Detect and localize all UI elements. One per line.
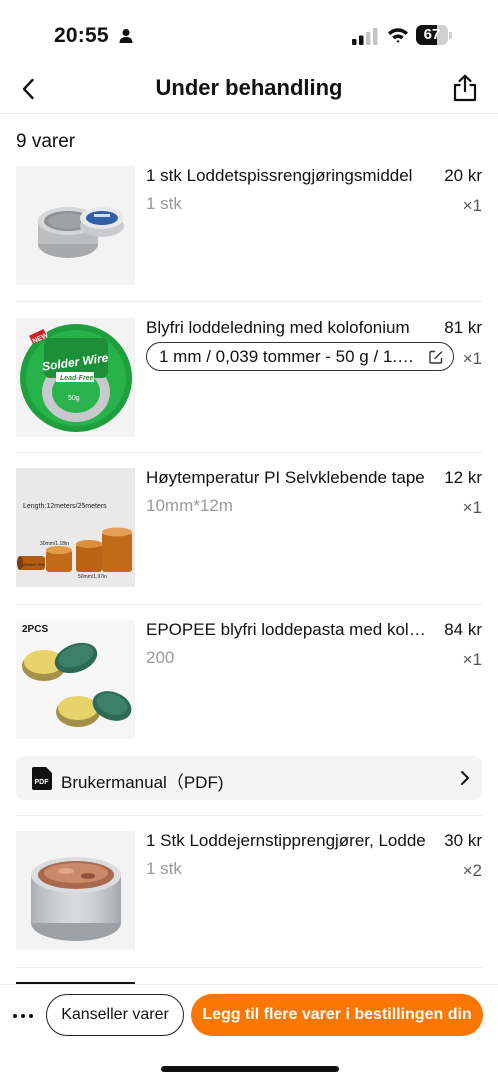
item-quantity: ×1 xyxy=(462,196,482,215)
brass-wool-cleaner-image xyxy=(16,831,135,950)
item-quantity: ×1 xyxy=(462,349,482,368)
item-title[interactable]: 1 stk Loddetspissrengjøringsmiddel xyxy=(146,166,430,186)
product-image[interactable] xyxy=(16,831,135,950)
product-image[interactable]: NEW Solder Wire Lead-Free 50g xyxy=(16,318,135,437)
user-manual-label: Brukermanual（PDF) xyxy=(61,773,224,792)
user-manual-link[interactable]: PDF Brukermanual（PDF) xyxy=(16,756,482,800)
pdf-icon-text: PDF xyxy=(35,779,50,786)
order-item[interactable]: Length:12meters/25meters 30mm/1.18in 50m… xyxy=(0,468,498,588)
product-image[interactable] xyxy=(16,166,135,285)
kapton-tape-rolls-image: Length:12meters/25meters 30mm/1.18in 50m… xyxy=(16,468,135,587)
more-dot-icon xyxy=(13,1014,17,1018)
item-count: 9 varer xyxy=(16,131,76,152)
add-more-items-button[interactable]: Legg til flere varer i bestillingen din xyxy=(191,994,483,1036)
navigation-bar: Under behandling xyxy=(0,64,498,114)
status-time: 20:55 xyxy=(54,24,109,47)
pdf-icon: PDF xyxy=(32,767,52,790)
divider xyxy=(16,452,482,453)
page-title: Under behandling xyxy=(155,75,343,100)
more-dot-icon xyxy=(21,1014,25,1018)
thumb-length-label: Length:12meters/25meters xyxy=(23,503,107,510)
item-title[interactable]: 1 Stk Loddejernstipprengjører, Lodde xyxy=(146,831,430,851)
share-icon xyxy=(453,74,477,102)
item-quantity: ×1 xyxy=(462,498,482,517)
item-price: 30 kr xyxy=(444,831,482,850)
divider xyxy=(16,301,482,302)
item-variant: 1 stk xyxy=(146,859,182,878)
variant-selector[interactable]: 1 mm / 0,039 tommer - 50 g / 1.76oz xyxy=(146,342,454,371)
thumb-small-label: 10mm/0.39in xyxy=(22,562,45,567)
order-item[interactable]: 1 stk Loddetspissrengjøringsmiddel 20 kr… xyxy=(0,166,498,286)
divider xyxy=(16,815,482,816)
product-image[interactable]: Length:12meters/25meters 30mm/1.18in 50m… xyxy=(16,468,135,587)
more-options-button[interactable] xyxy=(10,1001,36,1031)
home-indicator[interactable] xyxy=(161,1066,339,1072)
product-image[interactable]: 2PCS xyxy=(16,620,135,739)
thumb-size-label: 30mm/1.18in xyxy=(40,541,69,547)
share-button[interactable] xyxy=(450,72,480,104)
solder-paste-tins-image: 2PCS xyxy=(16,620,135,739)
more-dot-icon xyxy=(29,1014,33,1018)
person-icon xyxy=(119,29,133,43)
divider xyxy=(16,967,482,968)
battery-level-text: 67 xyxy=(423,26,441,43)
wifi-icon xyxy=(388,28,408,43)
cellular-signal-icon xyxy=(352,28,378,45)
cancel-items-button[interactable]: Kanseller varer xyxy=(46,994,184,1036)
thumb-lead-free-label: Lead-Free xyxy=(60,375,94,382)
item-variant: 200 xyxy=(146,648,175,667)
item-price: 20 kr xyxy=(444,166,482,185)
status-bar: 20:55 67 xyxy=(0,0,498,64)
chevron-right-icon xyxy=(461,771,469,785)
battery-indicator: 67 xyxy=(416,25,452,45)
item-title[interactable]: Høytemperatur PI Selvklebende tape xyxy=(146,468,430,488)
order-item[interactable]: 1 Stk Loddejernstipprengjører, Lodde 30 … xyxy=(0,831,498,951)
item-price: 12 kr xyxy=(444,468,482,487)
tip-cleaner-tin-image xyxy=(16,166,135,285)
order-item[interactable]: NEW Solder Wire Lead-Free 50g Blyfri lod… xyxy=(0,318,498,438)
order-item[interactable]: 2PCS EPOPEE blyfri loddepasta med kolofo… xyxy=(0,620,498,740)
item-price: 84 kr xyxy=(444,620,482,639)
item-price: 81 kr xyxy=(444,318,482,337)
thumb-2pcs-label: 2PCS xyxy=(22,624,48,635)
divider xyxy=(16,604,482,605)
thumb-width-label: 50mm/1.97in xyxy=(78,574,107,580)
item-variant: 1 stk xyxy=(146,194,182,213)
item-title[interactable]: Blyfri loddeledning med kolofonium xyxy=(146,318,430,338)
bottom-action-bar: Kanseller varer Legg til flere varer i b… xyxy=(0,984,498,1080)
edit-icon xyxy=(429,350,443,364)
variant-selector-label: 1 mm / 0,039 tommer - 50 g / 1.76oz xyxy=(159,347,434,366)
item-variant: 10mm*12m xyxy=(146,496,233,515)
solder-wire-spool-image: NEW Solder Wire Lead-Free 50g xyxy=(16,318,135,437)
item-quantity: ×2 xyxy=(462,861,482,880)
item-quantity: ×1 xyxy=(462,650,482,669)
thumb-weight-label: 50g xyxy=(68,395,80,402)
item-title[interactable]: EPOPEE blyfri loddepasta med kolofonium xyxy=(146,620,430,640)
